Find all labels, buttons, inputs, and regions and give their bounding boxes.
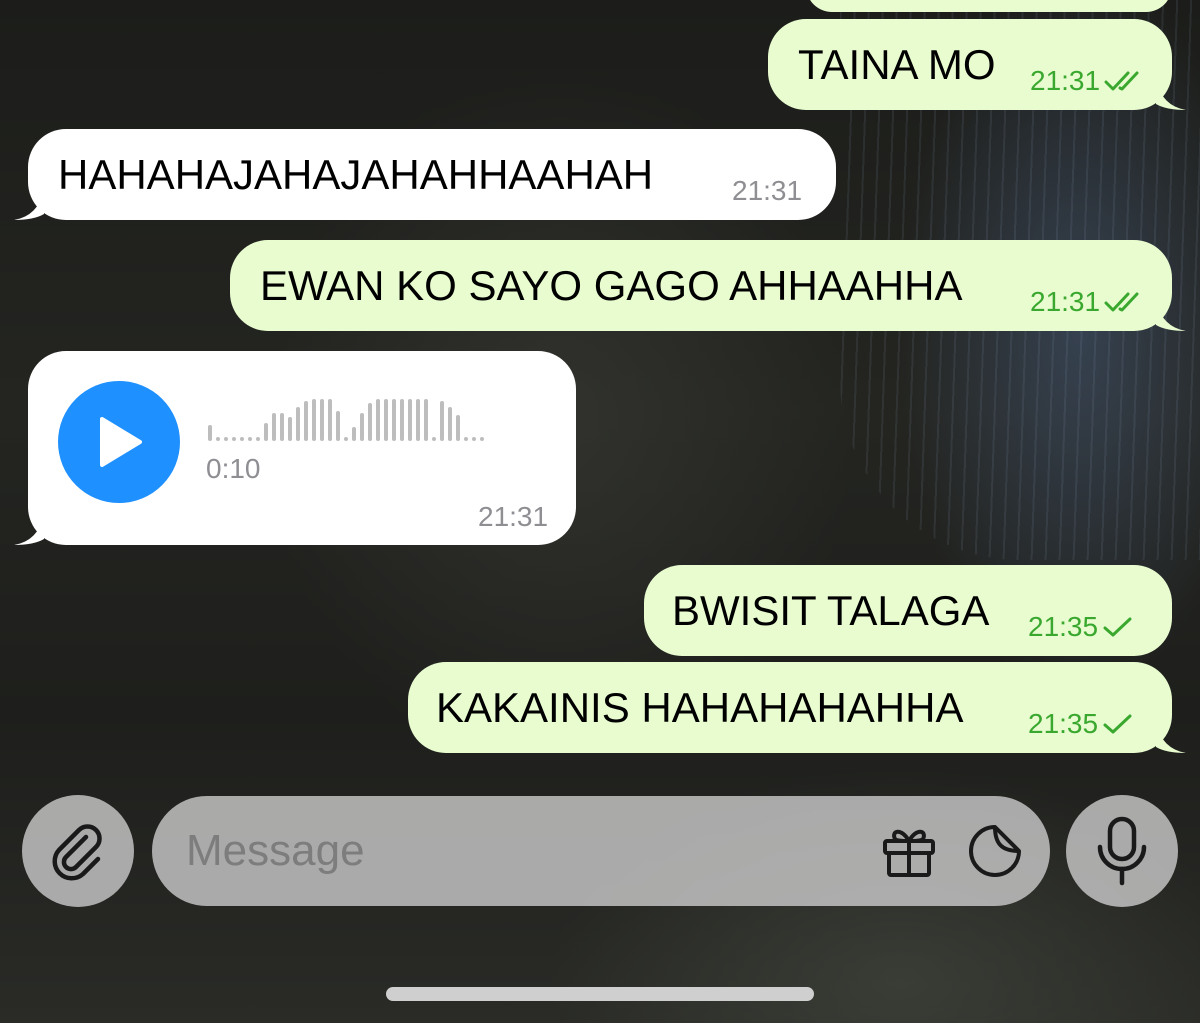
voice-duration: 0:10 xyxy=(206,453,261,484)
message-meta: 21:31 xyxy=(1030,65,1146,97)
message-time: 21:31 xyxy=(478,501,549,532)
message-time: 21:35 xyxy=(1028,708,1099,739)
check-icon xyxy=(1103,617,1132,637)
message-meta: 21:31 xyxy=(1030,286,1146,318)
message-bubble[interactable]: HAHAHAJAHAJAHAHHAAHAH 21:31 xyxy=(14,129,836,220)
microphone-icon xyxy=(1097,816,1147,886)
bubble-tail xyxy=(14,190,44,220)
message-time: 21:31 xyxy=(1030,65,1101,96)
message-meta: 21:31 xyxy=(478,501,548,533)
gift-button[interactable] xyxy=(876,818,942,884)
message-bubble[interactable]: EWAN KO SAYO GAGO AHHAAHHA 21:31 xyxy=(230,240,1186,331)
voice-waveform[interactable] xyxy=(208,397,484,441)
message-text: HAHAHAJAHAJAHAHHAAHAH xyxy=(58,151,654,198)
message-text: EWAN KO SAYO GAGO AHHAAHHA xyxy=(260,262,963,309)
double-check-icon xyxy=(1104,71,1139,91)
sticker-button[interactable] xyxy=(962,818,1028,884)
play-button[interactable] xyxy=(58,381,180,503)
message-meta: 21:31 xyxy=(732,175,802,207)
double-check-icon xyxy=(1104,292,1139,312)
message-text: TAINA MO xyxy=(798,41,996,88)
bubble-tail xyxy=(1156,80,1186,110)
message-bubble[interactable]: BWISIT TALAGA 21:35 xyxy=(644,565,1172,656)
sticker-icon xyxy=(969,825,1021,877)
voice-message-bubble[interactable]: 0:10 21:31 xyxy=(14,351,576,545)
message-meta: 21:35 xyxy=(1028,611,1134,643)
message-bubble[interactable]: TAINA MO 21:31 xyxy=(768,19,1186,110)
message-text: KAKAINIS HAHAHAHAHHA xyxy=(436,684,964,731)
paperclip-icon xyxy=(52,824,102,881)
bubble-tail xyxy=(14,515,44,545)
bubble-tail xyxy=(1156,723,1186,753)
check-icon xyxy=(1103,714,1132,734)
message-placeholder: Message xyxy=(186,826,365,875)
attach-button[interactable] xyxy=(22,795,134,907)
gift-icon xyxy=(883,829,935,877)
home-indicator[interactable] xyxy=(386,987,814,1001)
message-text: BWISIT TALAGA xyxy=(672,587,990,634)
message-input[interactable]: Message xyxy=(152,796,1050,906)
voice-record-button[interactable] xyxy=(1066,795,1178,907)
play-icon xyxy=(100,417,142,467)
message-bubble[interactable]: KAKAINIS HAHAHAHAHHA 21:35 xyxy=(408,662,1186,753)
bubble-tail xyxy=(1156,301,1186,331)
message-time: 21:31 xyxy=(1030,286,1101,317)
message-meta: 21:35 xyxy=(1028,708,1134,740)
message-time: 21:35 xyxy=(1028,611,1099,642)
message-bubble-partial[interactable] xyxy=(806,0,1172,12)
message-time: 21:31 xyxy=(732,175,803,206)
